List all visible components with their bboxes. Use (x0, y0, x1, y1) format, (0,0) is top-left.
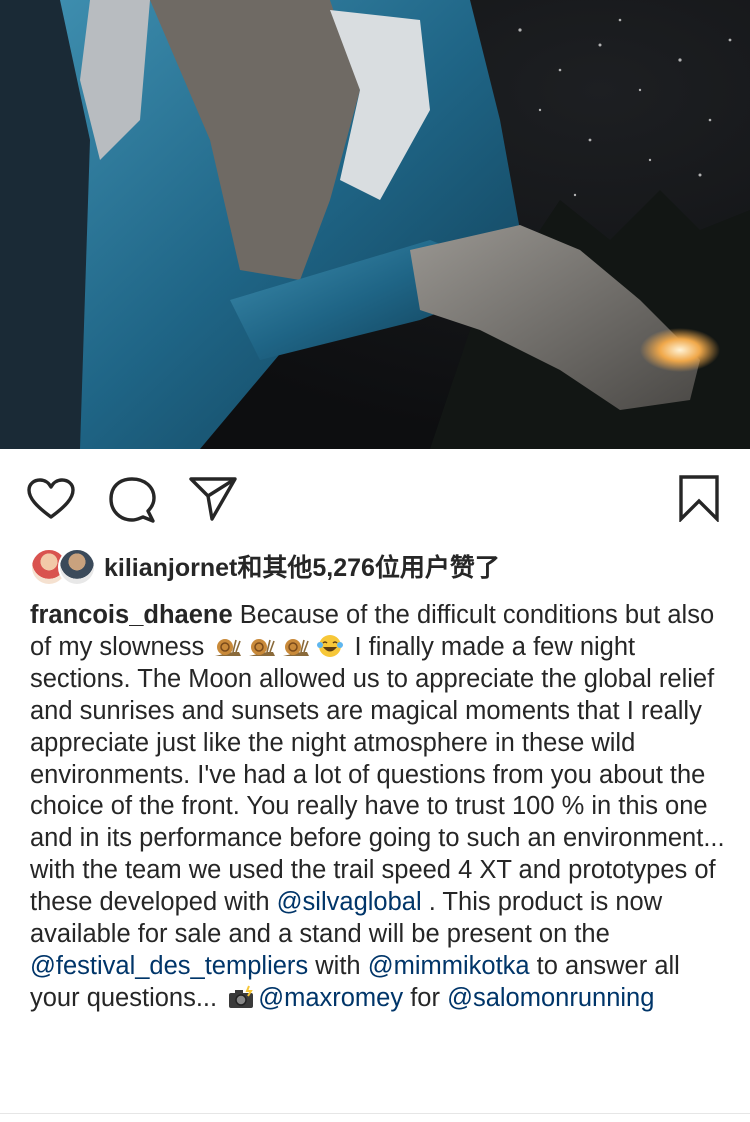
avatar (58, 548, 96, 586)
post-caption: francois_dhaene Because of the difficult… (30, 600, 730, 1015)
caption-text: with (308, 951, 368, 980)
mention-link[interactable]: @maxromey (258, 984, 403, 1012)
likes-row[interactable]: kilianjornet和其他5,276位用户赞了 (30, 546, 720, 586)
heart-icon (27, 478, 75, 519)
snail-emoji-icon (247, 634, 277, 658)
caption-text: for (403, 983, 448, 1012)
post-photo[interactable] (0, 0, 750, 449)
likes-count-text[interactable]: kilianjornet和其他5,276位用户赞了 (104, 548, 500, 584)
divider (0, 1113, 750, 1114)
caption-text: I finally made a few night sections. The… (30, 632, 725, 917)
post-action-bar (0, 449, 750, 545)
snail-emoji-icon (213, 634, 243, 658)
laughing-tears-emoji-icon (315, 634, 345, 658)
mention-link[interactable]: @festival_des_templiers (30, 952, 308, 980)
send-icon (189, 477, 237, 521)
share-button[interactable] (188, 476, 238, 527)
save-button[interactable] (678, 474, 720, 527)
caption-username[interactable]: francois_dhaene (30, 601, 233, 629)
mention-link[interactable]: @silvaglobal (277, 888, 422, 916)
mention-link[interactable]: @mimmikotka (368, 952, 530, 980)
mention-link[interactable]: @salomonrunning (447, 984, 654, 1012)
comment-icon (109, 477, 156, 523)
liker-avatars (30, 548, 96, 586)
comment-button[interactable] (108, 476, 156, 529)
like-button[interactable] (26, 477, 76, 526)
camera-flash-emoji-icon (226, 985, 256, 1009)
bookmark-icon (679, 475, 719, 524)
snail-emoji-icon (281, 634, 311, 658)
